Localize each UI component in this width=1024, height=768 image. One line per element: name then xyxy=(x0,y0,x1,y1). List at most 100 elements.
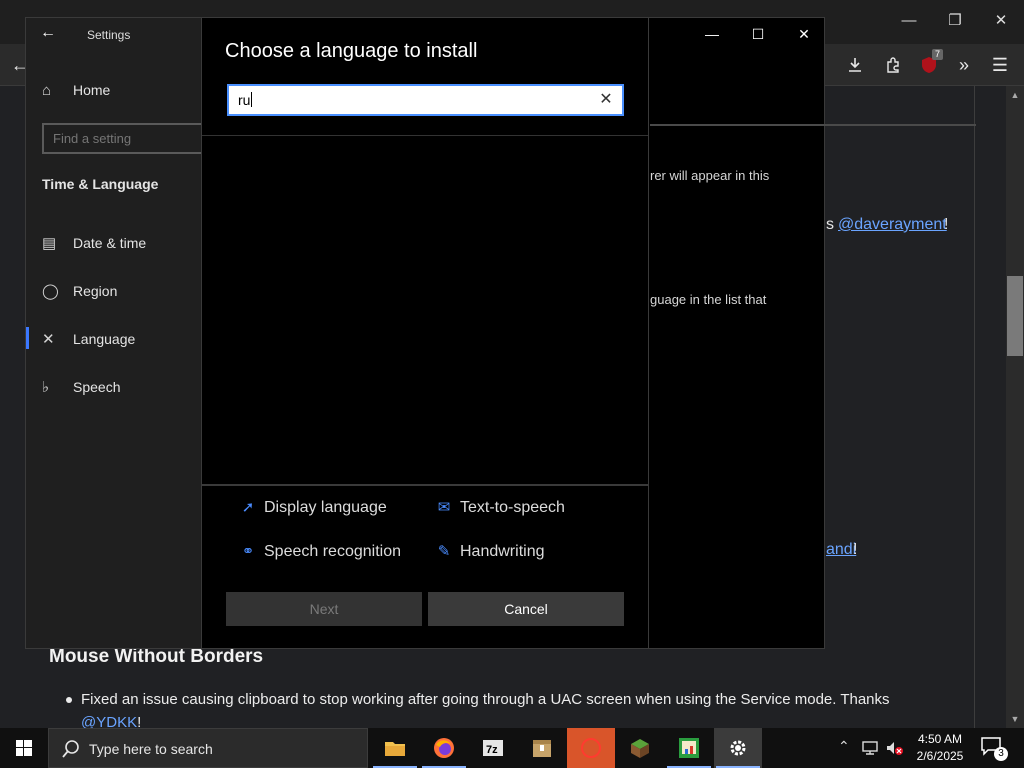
file-explorer-app[interactable] xyxy=(371,728,419,768)
feature-display-language: ➚ Display language xyxy=(238,498,387,517)
content-input-underline xyxy=(650,124,976,126)
microphone-icon: ♭ xyxy=(42,379,50,396)
windows-logo-icon xyxy=(16,740,32,756)
cancel-button[interactable]: Cancel xyxy=(428,592,624,626)
downloads-icon[interactable] xyxy=(841,52,869,78)
dialog-title: Choose a language to install xyxy=(225,40,478,62)
back-arrow-icon[interactable]: ← xyxy=(40,24,56,42)
volume-muted-icon[interactable] xyxy=(885,740,903,759)
nav-speech-label: Speech xyxy=(73,379,121,395)
grass-block-icon xyxy=(631,739,649,758)
svg-text:7z: 7z xyxy=(486,744,498,756)
taskbar-search-box[interactable]: Type here to search xyxy=(48,728,368,768)
text-caret xyxy=(251,92,253,107)
section-label: Time & Language xyxy=(42,176,159,192)
record-icon xyxy=(581,738,601,758)
minecraft-app[interactable] xyxy=(616,728,664,768)
recording-app[interactable] xyxy=(567,728,615,768)
page-scrollbar[interactable] xyxy=(1006,86,1024,728)
overflow-chevrons-icon[interactable]: » xyxy=(950,52,978,78)
search-icon xyxy=(62,740,79,758)
language-search-input[interactable]: ru ✕ xyxy=(227,84,624,116)
nav-region-label: Region xyxy=(73,283,118,299)
home-icon: ⌂ xyxy=(42,82,52,99)
gear-icon xyxy=(730,740,746,756)
7zip-app[interactable]: 7z xyxy=(469,728,517,768)
ublock-extension-icon[interactable]: 7 xyxy=(915,49,943,78)
clock-date: 2/6/2025 xyxy=(916,749,964,763)
feature-label: Display language xyxy=(264,499,387,516)
firefox-icon xyxy=(434,738,454,758)
settings-title: Settings xyxy=(87,28,131,42)
settings-maximize-button[interactable]: ☐ xyxy=(744,24,772,44)
feature-label: Text-to-speech xyxy=(460,499,565,516)
clear-icon[interactable]: ✕ xyxy=(596,90,616,110)
feature-text-to-speech: ✉ Text-to-speech xyxy=(434,498,565,517)
nav-date-time-label: Date & time xyxy=(73,235,147,251)
globe-icon: ◯ xyxy=(42,283,59,300)
extensions-icon[interactable] xyxy=(879,52,907,78)
scroll-down-arrow[interactable]: ▼ xyxy=(1008,712,1022,726)
thanks-prefix: s xyxy=(826,216,834,233)
browser-close-button[interactable]: ✕ xyxy=(986,8,1016,34)
nav-home[interactable]: ⌂ Home xyxy=(42,82,110,99)
language-results-list[interactable] xyxy=(202,136,648,484)
taskbar-search-placeholder: Type here to search xyxy=(89,741,213,757)
find-setting-input[interactable] xyxy=(42,123,212,154)
scroll-thumb[interactable] xyxy=(1007,276,1023,356)
taskbar: Type here to search 7z ⌃ 4:50 AM 2/6/202… xyxy=(0,728,1024,768)
nav-region[interactable]: ◯ Region xyxy=(42,282,117,300)
7zip-icon: 7z xyxy=(483,740,503,756)
clock-time: 4:50 AM xyxy=(917,732,963,746)
action-center-button[interactable]: 3 xyxy=(980,736,1008,761)
search-value-text: ru xyxy=(238,92,251,108)
nav-home-label: Home xyxy=(73,82,111,98)
network-icon[interactable] xyxy=(862,740,880,759)
nav-speech[interactable]: ♭ Speech xyxy=(42,378,120,396)
menu-icon[interactable]: ☰ xyxy=(986,52,1014,78)
notification-count: 3 xyxy=(994,747,1008,761)
feature-speech-recognition: ⚭ Speech recognition xyxy=(238,542,401,561)
show-hidden-icons-chevron-icon[interactable]: ⌃ xyxy=(838,738,850,755)
feature-label: Speech recognition xyxy=(264,543,401,560)
choose-language-dialog: Choose a language to install ru ✕ ➚ Displ… xyxy=(201,17,649,649)
archive-app[interactable] xyxy=(518,728,566,768)
taskbar-app[interactable] xyxy=(665,728,713,768)
folder-icon xyxy=(385,742,405,756)
search-value: ru xyxy=(238,92,253,108)
microphone-icon: ⚭ xyxy=(241,543,255,560)
text-to-speech-icon: ✉ xyxy=(437,499,451,516)
scroll-up-arrow[interactable]: ▲ xyxy=(1008,88,1022,102)
calendar-clock-icon: ▤ xyxy=(42,235,57,252)
feature-handwriting: ✎ Handwriting xyxy=(434,542,545,561)
package-icon xyxy=(533,740,551,757)
presentation-icon xyxy=(679,738,699,758)
page-divider xyxy=(974,86,975,728)
language-icon: ✕ xyxy=(42,331,55,348)
feature-label: Handwriting xyxy=(460,543,545,560)
firefox-app[interactable] xyxy=(420,728,468,768)
browser-minimize-button[interactable]: — xyxy=(894,8,924,34)
nav-language-label: Language xyxy=(73,331,136,347)
next-button[interactable]: Next xyxy=(226,592,422,626)
settings-nav-pane: ← Settings ⌂ Home Time & Language ▤ Date &… xyxy=(26,18,212,648)
system-clock[interactable]: 4:50 AM 2/6/2025 xyxy=(910,731,970,765)
contributor-link-2[interactable]: andi xyxy=(826,541,856,559)
nav-date-time[interactable]: ▤ Date & time xyxy=(42,234,146,252)
contributor-link[interactable]: @daverayment xyxy=(838,216,947,234)
content-text-fragment-2: guage in the list that xyxy=(650,292,767,307)
thanks-suffix: ! xyxy=(944,216,949,233)
display-language-icon: ➚ xyxy=(241,499,255,516)
extension-badge: 7 xyxy=(931,49,943,60)
nav-language[interactable]: ✕ Language xyxy=(42,330,135,348)
bullet-dot xyxy=(66,697,72,703)
content-text-fragment: rer will appear in this xyxy=(650,168,770,183)
browser-restore-button[interactable]: ❐ xyxy=(940,8,970,34)
settings-app[interactable] xyxy=(714,728,762,768)
handwriting-icon: ✎ xyxy=(437,543,451,560)
settings-close-button[interactable]: ✕ xyxy=(790,24,818,44)
settings-minimize-button[interactable]: — xyxy=(698,24,726,44)
start-button[interactable] xyxy=(0,728,48,768)
nav-selected-indicator xyxy=(26,327,29,349)
thanks-suffix-2: ! xyxy=(853,541,858,558)
